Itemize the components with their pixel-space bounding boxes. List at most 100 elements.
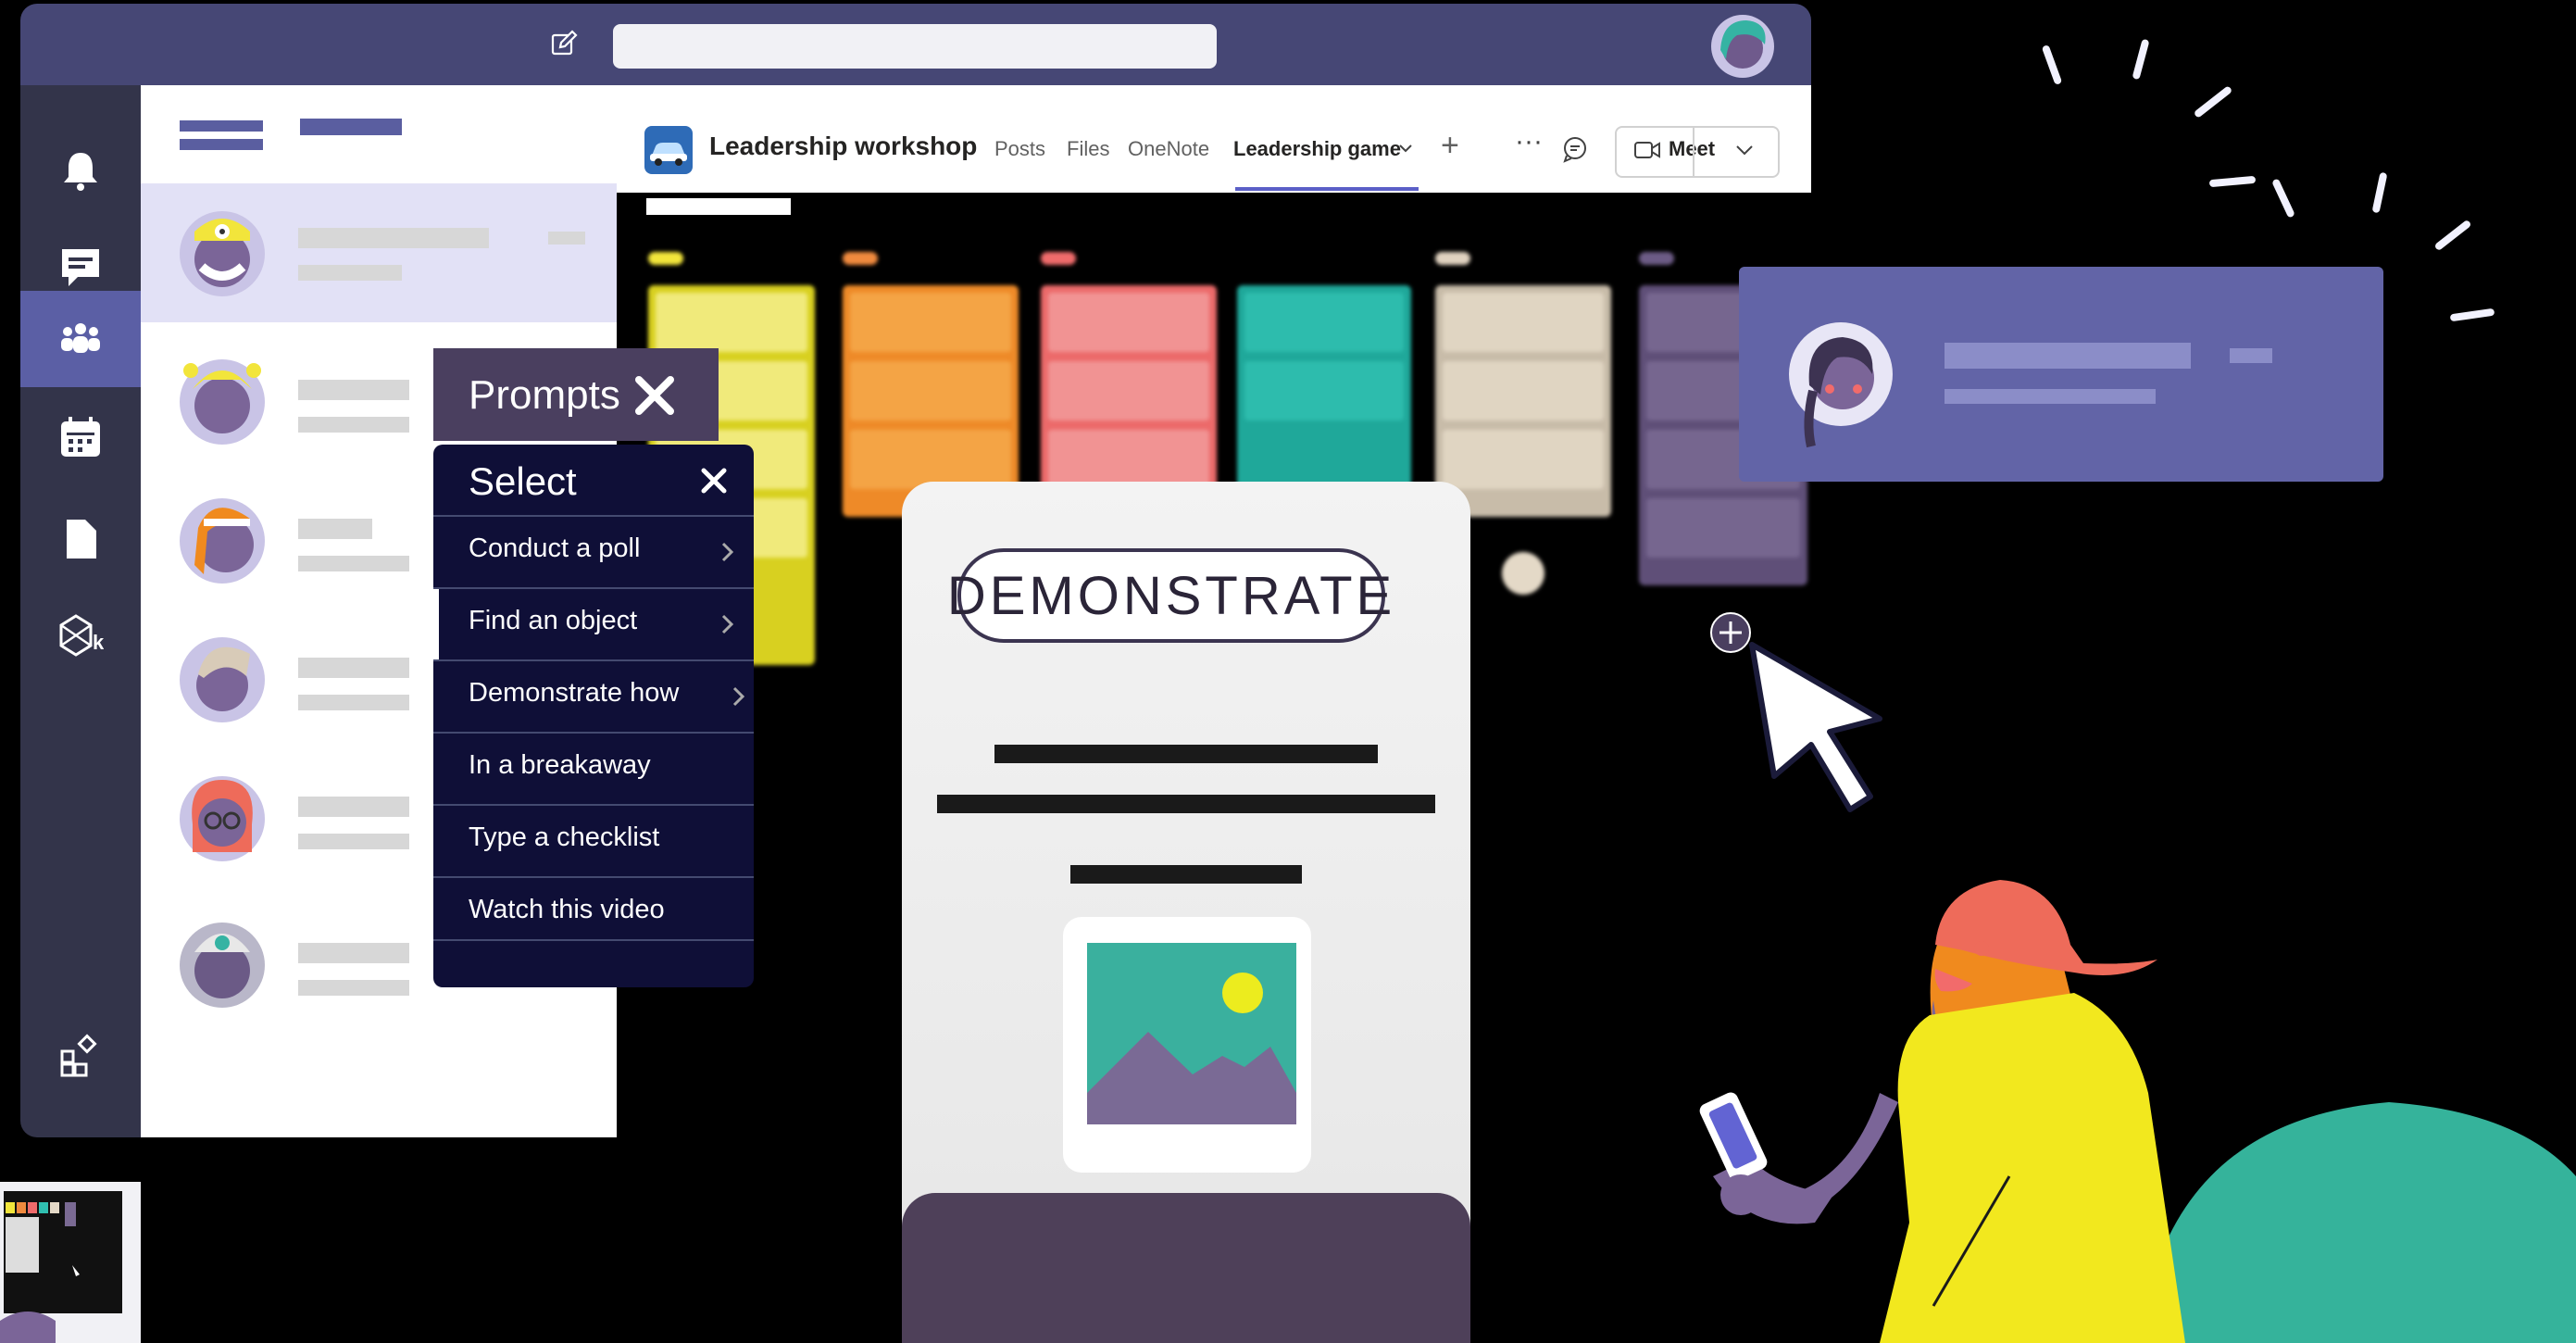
column-header (1041, 252, 1076, 265)
calendar-button[interactable] (20, 389, 141, 485)
files-icon (67, 520, 96, 559)
app-rail: k (20, 85, 141, 1137)
menu-item-label: Conduct a poll (469, 533, 641, 563)
teams-icon (61, 323, 100, 353)
prompts-title: Prompts (469, 372, 620, 418)
sparkle (2449, 308, 2495, 322)
more-options-icon[interactable]: ··· (1515, 126, 1543, 157)
activity-button[interactable] (20, 122, 141, 219)
user-avatar[interactable] (1709, 13, 1776, 80)
placeholder-bar (298, 228, 489, 248)
tab-posts[interactable]: Posts (994, 137, 1045, 161)
video-camera-icon (1634, 142, 1660, 158)
sparkle (2041, 44, 2063, 86)
menu-item-conduct-a-poll[interactable]: Conduct a poll (433, 515, 754, 587)
apps-button[interactable] (20, 1008, 141, 1104)
calendar-icon (61, 417, 100, 457)
placeholder-bar (298, 658, 409, 678)
placeholder-bar (298, 519, 372, 539)
avatar (180, 923, 265, 1008)
column-header (1639, 252, 1674, 265)
sparkle (2208, 175, 2257, 188)
svg-text:k: k (93, 631, 104, 654)
placeholder-bar (298, 380, 409, 400)
chevron-right-icon (721, 542, 734, 562)
files-button[interactable] (20, 491, 141, 587)
list-header-bar (180, 139, 263, 150)
tab-onenote[interactable]: OneNote (1128, 137, 1209, 161)
board-title-bar (646, 198, 791, 215)
list-item[interactable] (141, 183, 617, 322)
tab-files[interactable]: Files (1067, 137, 1109, 161)
menu-item-label: Type a checklist (469, 822, 660, 852)
car-icon (650, 143, 687, 166)
chevron-right-icon (721, 614, 734, 634)
placeholder-bar (298, 556, 409, 571)
person-with-phone-illustration (1699, 880, 2576, 1343)
compose-icon[interactable] (550, 30, 578, 57)
placeholder-bar (298, 980, 409, 996)
menu-item-demonstrate-how[interactable]: Demonstrate how (433, 659, 754, 732)
placeholder-bar (298, 695, 409, 710)
divider (1693, 126, 1694, 178)
close-icon[interactable] (700, 467, 728, 495)
team-car-icon[interactable] (644, 126, 693, 174)
active-tab-indicator (1235, 187, 1419, 191)
sparkle (2371, 171, 2388, 214)
menu-item-label: Demonstrate how (469, 678, 680, 708)
placeholder-bar (1945, 343, 2191, 369)
board-column (1237, 285, 1411, 489)
menu-item-find-an-object[interactable]: Find an object (433, 587, 754, 659)
placeholder-bar (548, 232, 585, 245)
card-footer (902, 1193, 1470, 1343)
placeholder-bar (298, 943, 409, 963)
column-header (1435, 252, 1470, 265)
close-icon[interactable] (633, 374, 676, 417)
text-line (1070, 865, 1302, 884)
placeholder-bar (298, 417, 409, 433)
menu-item-watch-this-video[interactable]: Watch this video (433, 876, 754, 948)
menu-item-type-a-checklist[interactable]: Type a checklist (433, 804, 754, 876)
avatar (180, 498, 265, 584)
sparkle (2433, 219, 2472, 252)
select-title: Select (469, 459, 577, 503)
conversation-icon[interactable] (1561, 135, 1589, 163)
app-k-icon: k (59, 614, 104, 657)
placeholder-bar (298, 265, 402, 281)
menu-item-label: In a breakaway (469, 750, 651, 780)
column-header (648, 252, 683, 265)
avatar (180, 776, 265, 861)
chevron-down-icon[interactable] (1733, 141, 1756, 159)
avatar (1789, 322, 1893, 448)
add-card-icon (1502, 552, 1544, 595)
placeholder-bar (298, 834, 409, 849)
column-header (843, 252, 878, 265)
search-input[interactable] (613, 24, 1217, 69)
chevron-down-icon[interactable] (1398, 143, 1413, 154)
tab-leadership-game[interactable]: Leadership game (1233, 137, 1401, 161)
text-line (937, 795, 1435, 813)
landscape-image-icon (1087, 943, 1296, 1124)
sparkle (2271, 178, 2295, 219)
placeholder-bar (298, 797, 409, 817)
list-header-bar (300, 119, 402, 135)
image-placeholder (1063, 917, 1311, 1173)
chat-icon (62, 249, 99, 286)
placeholder-bar (2230, 348, 2272, 363)
teams-button[interactable] (20, 291, 141, 387)
board-column (1041, 285, 1217, 489)
menu-item-label: Watch this video (469, 895, 665, 924)
placeholder-bar (1945, 389, 2156, 404)
list-header-bar (180, 120, 263, 132)
menu-item-in-a-breakaway[interactable]: In a breakaway (433, 732, 754, 804)
mini-screen-thumbnail (0, 1182, 141, 1343)
apps-icon (60, 1034, 97, 1077)
board-column (1435, 285, 1611, 517)
avatar (180, 359, 265, 445)
avatar (180, 637, 265, 722)
menu-divider (433, 939, 754, 987)
chevron-right-icon (732, 686, 745, 707)
text-line (994, 745, 1378, 763)
add-tab-icon[interactable]: + (1441, 128, 1459, 164)
app-k-button[interactable]: k (20, 587, 141, 684)
